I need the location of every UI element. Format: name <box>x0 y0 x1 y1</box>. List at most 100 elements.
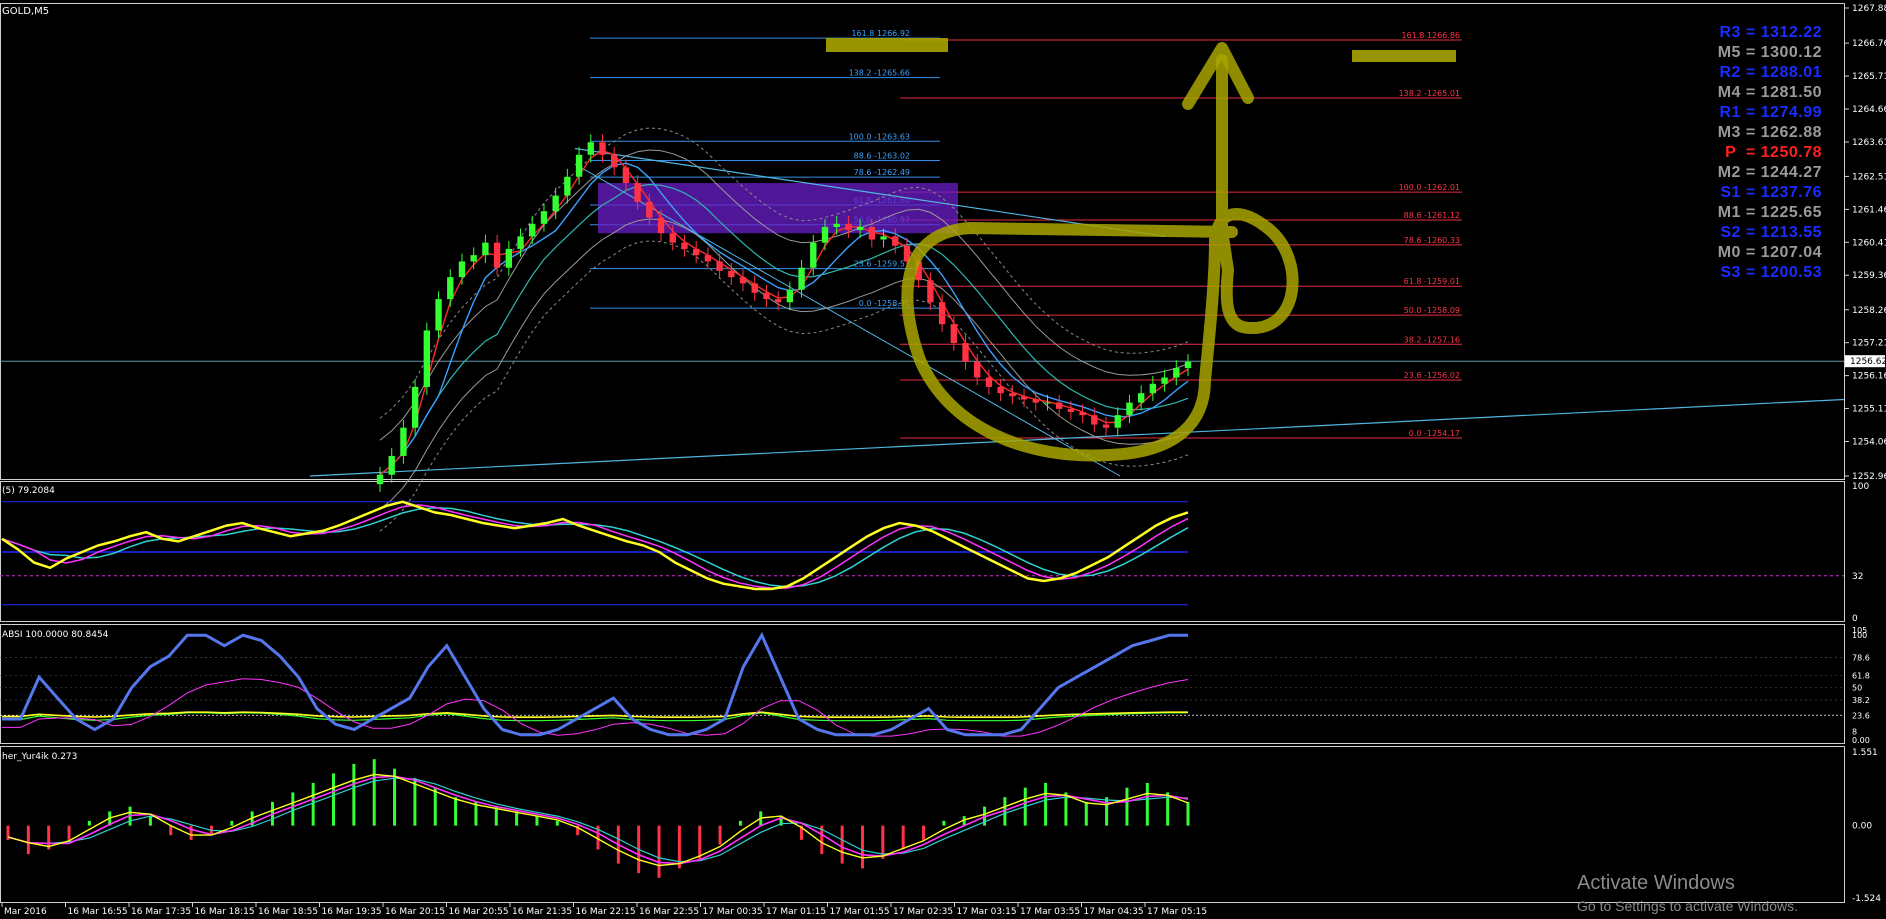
candle-body <box>692 248 700 256</box>
histogram-bar <box>433 787 437 826</box>
price-tick-label: 1264.66 <box>1852 105 1886 115</box>
time-tick-label: 16 Mar 19:35 <box>322 907 382 917</box>
candle-body <box>739 277 747 284</box>
candle-body <box>517 236 524 249</box>
candle-body <box>1020 396 1028 400</box>
candle-body <box>786 289 794 303</box>
absi-main-line <box>2 631 1188 737</box>
histogram-axis-label: -1.524 <box>1852 894 1881 904</box>
time-tick-label: 16 Mar 17:35 <box>131 907 191 917</box>
histogram-bar <box>515 811 519 826</box>
histogram-bar <box>698 825 702 859</box>
time-tick-label: 16 Mar 21:35 <box>512 907 572 917</box>
current-price-label: 1256.62 <box>1850 357 1886 367</box>
price-tick-label: 1261.46 <box>1852 205 1886 215</box>
histogram-axis-label: 0.00 <box>1852 822 1872 832</box>
pivot-level-label: M1 = 1225.65 <box>1717 204 1822 221</box>
pivot-level-label: M2 = 1244.27 <box>1717 164 1822 181</box>
band-upper-outer <box>379 127 1189 419</box>
candle-body <box>575 154 583 177</box>
candle-body <box>1009 393 1016 397</box>
price-tick-label: 1262.51 <box>1852 172 1886 182</box>
pivot-level-label: S3 = 1200.53 <box>1720 264 1822 281</box>
fib-blue-label: 78.6 -1262.49 <box>854 168 910 177</box>
candle-body <box>1184 361 1192 369</box>
absi-axis-label: 78.6 <box>1852 654 1870 663</box>
histogram-bar <box>230 820 234 826</box>
absi-axis-label: 23.6 <box>1852 711 1870 720</box>
histogram-bar <box>1125 787 1129 826</box>
stoch-axis-label: 0 <box>1852 614 1858 624</box>
fib-red-label: 50.0 -1258.09 <box>1404 306 1460 315</box>
time-tick-label: 17 Mar 01:55 <box>830 907 890 917</box>
absi-axis-label: 38.2 <box>1852 696 1870 705</box>
time-tick-label: 16 Mar 20:15 <box>385 907 445 917</box>
histogram-bar <box>332 773 336 826</box>
candle-body <box>552 195 559 212</box>
histogram-line-magenta <box>7 775 1189 865</box>
candle-body <box>892 236 899 246</box>
histogram-bar <box>372 759 376 826</box>
fib-red-label: 38.2 -1257.16 <box>1404 335 1460 344</box>
candle-body <box>845 223 852 231</box>
time-tick-label: 17 Mar 03:15 <box>957 907 1017 917</box>
stochastic-panel: (5) 79.2084 <box>0 486 1844 606</box>
candle-body <box>751 283 758 293</box>
histogram-bar <box>1105 797 1109 826</box>
candle-body <box>587 142 594 155</box>
trading-chart[interactable]: GOLD,M5 161.8 1266.92 138.2 -1265.66 100.0 … <box>0 0 1886 919</box>
candle-body <box>376 474 384 485</box>
fib-red-label: 161.8 1266.86 <box>1401 31 1460 40</box>
price-tick-label: 1266.76 <box>1852 39 1886 49</box>
absi-panel-frame <box>0 624 1845 744</box>
time-tick-label: 17 Mar 04:35 <box>1084 907 1144 917</box>
candle-body <box>447 277 454 300</box>
candle-body <box>564 176 571 196</box>
absi-axis-label: 100 <box>1852 631 1867 640</box>
fib-red-label: 61.8 -1259.01 <box>1404 277 1460 286</box>
histogram-axis-label: 1.551 <box>1852 748 1878 758</box>
absi-label: ABSI 100.0000 80.8454 <box>2 630 109 640</box>
histogram-bar <box>189 825 193 840</box>
histogram-bar <box>67 825 71 840</box>
candle-body <box>1091 415 1098 425</box>
histogram-bar <box>860 825 864 869</box>
time-tick-label: 16 Mar 22:15 <box>576 907 636 917</box>
candle-body <box>657 217 665 234</box>
panel-borders <box>0 3 1845 903</box>
histogram-bar <box>1186 801 1190 826</box>
pivot-level-label: M3 = 1262.88 <box>1717 124 1822 141</box>
candle-body <box>856 226 864 231</box>
histogram-bar <box>1145 782 1149 826</box>
candle-body <box>1149 383 1157 394</box>
price-tick-label: 1252.96 <box>1852 472 1886 482</box>
histogram-bar <box>1084 801 1088 826</box>
histogram-bar <box>87 820 91 826</box>
histogram-bar <box>657 825 661 878</box>
histogram-label: her_Yur4ik 0.273 <box>2 752 77 762</box>
histogram-bar <box>718 825 722 845</box>
candle-body <box>646 201 653 218</box>
price-tick-label: 1258.26 <box>1852 306 1886 316</box>
candle-body <box>493 242 501 268</box>
time-tick-label: 16 Mar 22:55 <box>639 907 699 917</box>
time-tick-label: 16 Mar 20:55 <box>449 907 509 917</box>
candle-body <box>962 343 969 362</box>
histogram-bar <box>535 816 539 826</box>
candle-body <box>411 386 419 428</box>
stoch-axis-label: 32 <box>1852 572 1863 582</box>
activate-windows-title: Activate Windows <box>1577 872 1735 894</box>
fib-blue-label: 161.8 1266.92 <box>851 29 910 38</box>
candle-body <box>1137 393 1145 403</box>
histogram-bar <box>738 820 742 826</box>
histogram-bar <box>840 825 844 864</box>
candle-body <box>634 183 641 202</box>
time-tick-label: 17 Mar 01:15 <box>766 907 826 917</box>
pivot-level-label: M0 = 1207.04 <box>1717 244 1822 261</box>
time-tick-label: 16 Mar 18:55 <box>258 907 318 917</box>
time-tick-label: 17 Mar 00:35 <box>703 907 763 917</box>
time-tick-label: 16 Mar 18:15 <box>195 907 255 917</box>
candle-body <box>833 223 840 227</box>
fib-blue-label: 88.6 -1263.02 <box>854 151 910 160</box>
price-tick-label: 1254.06 <box>1852 437 1886 447</box>
